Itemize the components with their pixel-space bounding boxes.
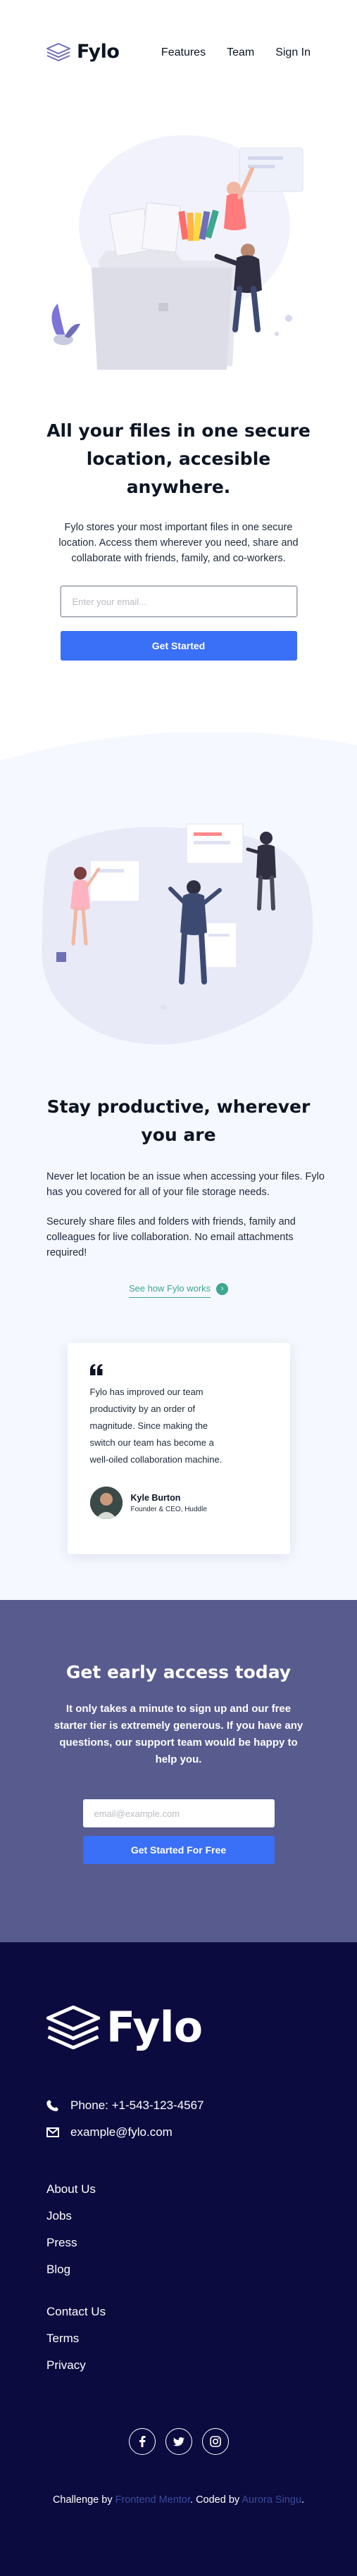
facebook-icon[interactable]	[128, 2428, 156, 2455]
main-nav: Features Team Sign In	[161, 46, 311, 59]
site-footer: Fylo Phone: +1-543-123-4567 example@fylo…	[0, 1942, 357, 2576]
phone-icon	[46, 2100, 58, 2111]
productive-paragraph-1: Never let location be an issue when acce…	[46, 1171, 325, 1198]
footer-link-privacy[interactable]: Privacy	[46, 2358, 311, 2373]
email-icon	[46, 2127, 59, 2137]
hero-description: Fylo stores your most important files in…	[58, 522, 299, 564]
get-started-free-button[interactable]: Get Started For Free	[82, 1836, 275, 1864]
footer-brand-name: Fylo	[106, 2003, 203, 2052]
see-how-link-wrapper: See how Fylo works ›	[0, 1282, 357, 1298]
footer-logo[interactable]: Fylo	[46, 2003, 311, 2052]
author-role: Founder & CEO, Huddle	[130, 1505, 207, 1513]
early-access-section: Get early access today It only takes a m…	[0, 1600, 357, 1942]
footer-link-about-us[interactable]: About Us	[46, 2182, 311, 2197]
productive-illustration	[42, 823, 313, 1045]
nav-sign-in[interactable]: Sign In	[275, 46, 311, 59]
email-text[interactable]: example@fylo.com	[70, 2125, 173, 2139]
testimonial-card: Fylo has improved our team productivity …	[67, 1343, 290, 1554]
attribution: Challenge by Frontend Mentor. Coded by A…	[46, 2491, 311, 2508]
testimonial-author: Kyle Burton Founder & CEO, Huddle	[89, 1487, 268, 1519]
footer-links-primary: About Us Jobs Press Blog	[46, 2182, 311, 2277]
early-access-description: It only takes a minute to sign up and ou…	[54, 1703, 303, 1765]
early-access-email-input[interactable]	[82, 1799, 275, 1827]
nav-features[interactable]: Features	[161, 46, 206, 59]
productive-paragraph-2: Securely share files and folders with fr…	[46, 1216, 296, 1258]
logo[interactable]: Fylo	[46, 41, 120, 63]
fylo-logo-icon	[46, 2006, 100, 2049]
see-how-fylo-works-link[interactable]: See how Fylo works	[128, 1283, 211, 1298]
nav-team[interactable]: Team	[227, 46, 254, 59]
footer-email: example@fylo.com	[46, 2125, 311, 2139]
fylo-logo-icon	[46, 42, 70, 61]
author-link[interactable]: Aurora Singu	[242, 2494, 301, 2506]
footer-link-jobs[interactable]: Jobs	[46, 2208, 311, 2224]
social-links	[46, 2428, 311, 2455]
productive-title: Stay productive, wherever you are	[46, 1096, 311, 1145]
hero-illustration	[51, 135, 303, 370]
hero-title: All your files in one secure location, a…	[46, 420, 311, 497]
phone-text: Phone: +1-543-123-4567	[70, 2099, 204, 2112]
hero-email-input[interactable]	[60, 586, 297, 617]
twitter-icon[interactable]	[165, 2428, 192, 2455]
footer-link-terms[interactable]: Terms	[46, 2331, 311, 2346]
avatar	[89, 1487, 123, 1519]
footer-phone: Phone: +1-543-123-4567	[46, 2099, 311, 2113]
get-started-button[interactable]: Get Started	[60, 631, 297, 661]
early-access-title: Get early access today	[65, 1662, 292, 1682]
productive-section: Stay productive, wherever you are Never …	[0, 732, 357, 1600]
hero-section: All your files in one secure location, a…	[0, 113, 357, 732]
section-curve	[0, 732, 357, 761]
testimonial-quote: Fylo has improved our team productivity …	[89, 1387, 223, 1465]
attribution-prefix: Challenge by	[52, 2494, 115, 2506]
quote-icon	[89, 1364, 102, 1375]
footer-link-press[interactable]: Press	[46, 2235, 311, 2251]
site-header: Fylo Features Team Sign In	[0, 0, 357, 113]
attribution-suffix: .	[301, 2494, 305, 2506]
author-name: Kyle Burton	[130, 1492, 181, 1503]
frontend-mentor-link[interactable]: Frontend Mentor	[115, 2494, 190, 2506]
footer-link-blog[interactable]: Blog	[46, 2262, 311, 2277]
footer-links-secondary: Contact Us Terms Privacy	[46, 2304, 311, 2373]
attribution-middle: . Coded by	[190, 2494, 242, 2506]
arrow-right-icon[interactable]: ›	[216, 1282, 229, 1295]
footer-link-contact-us[interactable]: Contact Us	[46, 2304, 311, 2320]
brand-name: Fylo	[77, 41, 120, 63]
instagram-icon[interactable]	[201, 2428, 229, 2455]
